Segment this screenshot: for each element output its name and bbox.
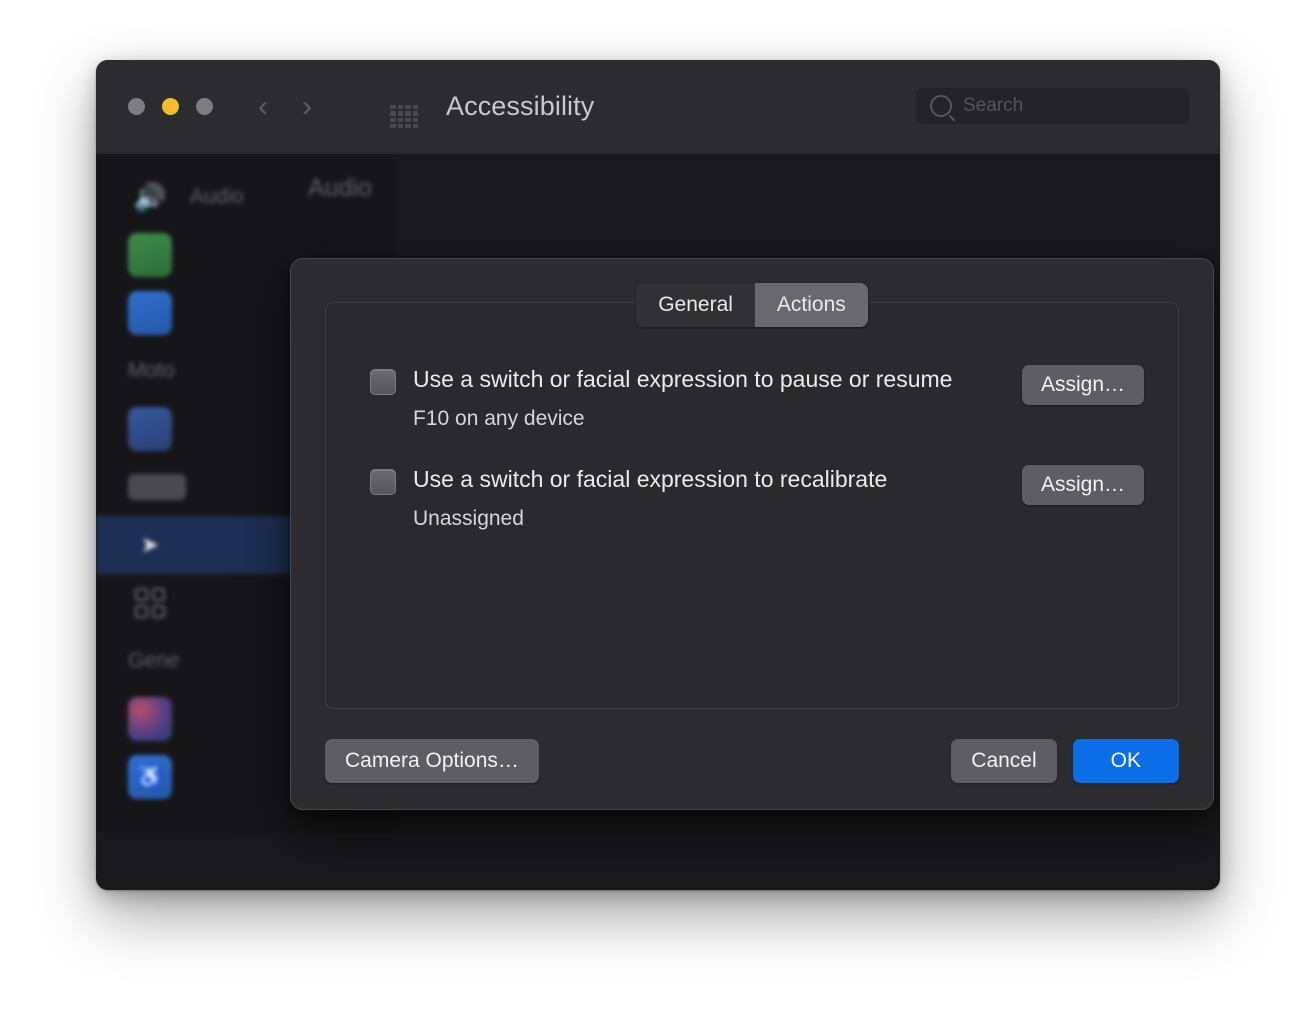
action-row-pause-resume: Use a switch or facial expression to pau… xyxy=(370,365,1144,432)
zoom-button[interactable] xyxy=(196,98,213,115)
recalibrate-assignment: Unassigned xyxy=(413,507,524,530)
tab-actions[interactable]: Actions xyxy=(754,283,868,327)
modal-footer: Camera Options… Cancel OK xyxy=(325,739,1179,783)
search-placeholder: Search xyxy=(963,95,1024,116)
nav-arrow-group: ‹ › xyxy=(258,92,312,122)
assign-recalibrate-button[interactable]: Assign… xyxy=(1021,465,1144,505)
action-row-recalibrate: Use a switch or facial expression to rec… xyxy=(370,465,1144,532)
pause-resume-label: Use a switch or facial expression to pau… xyxy=(413,366,953,392)
camera-options-button[interactable]: Camera Options… xyxy=(325,739,539,783)
color-icon xyxy=(128,697,172,741)
sidebar-section-label: Moto xyxy=(128,359,175,382)
segmented-control: General Actions xyxy=(636,283,868,327)
siri-icon xyxy=(128,407,172,451)
grid-icon xyxy=(128,581,172,625)
tab-general[interactable]: General xyxy=(636,283,755,327)
search-field[interactable]: Search xyxy=(916,88,1190,124)
pointer-icon: ➤ xyxy=(140,532,160,557)
system-preferences-window: ‹ › Accessibility Search 🔊 Audio Moto ➤ … xyxy=(96,60,1220,890)
minimize-button[interactable] xyxy=(162,98,179,115)
forward-icon[interactable]: › xyxy=(302,92,312,122)
accessibility-icon: ♿ xyxy=(128,755,172,799)
assign-pause-resume-button[interactable]: Assign… xyxy=(1021,365,1144,405)
rtt-icon xyxy=(128,233,172,277)
switch-icon xyxy=(128,474,186,500)
page-title: Accessibility xyxy=(446,91,595,121)
captions-icon xyxy=(128,291,172,335)
recalibrate-text: Use a switch or facial expression to rec… xyxy=(413,465,1022,532)
actions-tab-panel: Use a switch or facial expression to pau… xyxy=(325,302,1179,709)
tab-bar: General Actions xyxy=(291,283,1213,327)
cancel-button[interactable]: Cancel xyxy=(951,739,1057,783)
screen: ‹ › Accessibility Search 🔊 Audio Moto ➤ … xyxy=(0,0,1312,1013)
sidebar-item-label: Audio xyxy=(190,185,244,208)
close-button[interactable] xyxy=(128,98,145,115)
pause-resume-assignment: F10 on any device xyxy=(413,407,585,430)
content-section-title: Audio xyxy=(308,174,372,202)
sidebar-section-label: Gene xyxy=(128,649,180,672)
pause-resume-checkbox[interactable] xyxy=(370,369,396,395)
show-all-grid-icon[interactable] xyxy=(390,105,418,128)
back-icon[interactable]: ‹ xyxy=(258,92,268,122)
actions-modal-dialog: General Actions Use a switch or facial e… xyxy=(290,258,1214,810)
speaker-icon: 🔊 xyxy=(133,181,167,212)
window-titlebar: ‹ › Accessibility Search xyxy=(96,60,1220,154)
traffic-light-group xyxy=(128,98,213,115)
recalibrate-checkbox[interactable] xyxy=(370,469,396,495)
footer-right-buttons: Cancel OK xyxy=(951,739,1179,783)
ok-button[interactable]: OK xyxy=(1072,739,1179,783)
search-icon xyxy=(930,95,952,117)
recalibrate-label: Use a switch or facial expression to rec… xyxy=(413,466,888,492)
pause-resume-text: Use a switch or facial expression to pau… xyxy=(413,365,1022,432)
